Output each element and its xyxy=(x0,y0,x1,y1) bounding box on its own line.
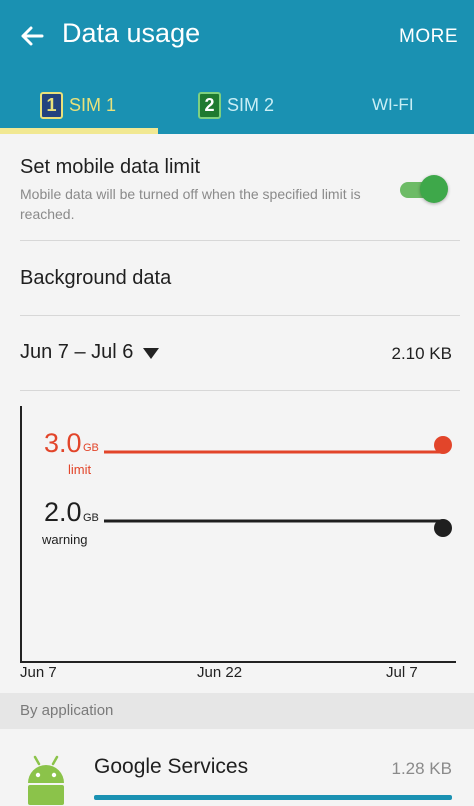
android-icon xyxy=(28,755,64,805)
warning-value: 2.0 xyxy=(44,497,82,527)
arrow-left-icon[interactable] xyxy=(16,20,48,52)
limit-value: 3.0 xyxy=(44,428,82,458)
page-title: Data usage xyxy=(62,18,201,48)
divider xyxy=(20,315,460,316)
usage-cycle-dropdown[interactable]: Jun 7 – Jul 6 xyxy=(20,341,160,364)
mobile-data-limit-description: Mobile data will be turned off when the … xyxy=(20,186,361,222)
warning-label: warning xyxy=(42,532,88,547)
tab-wifi[interactable]: WI-FI xyxy=(372,88,414,122)
limit-label: limit xyxy=(68,462,92,477)
limit-handle[interactable] xyxy=(434,436,452,454)
limit-unit: GB xyxy=(83,442,99,454)
app-usage-bar xyxy=(94,795,452,800)
tab-sim-2[interactable]: 2 SIM 2 xyxy=(198,88,274,122)
mobile-data-limit-title: Set mobile data limit xyxy=(20,156,201,178)
more-button[interactable]: MORE xyxy=(399,26,458,48)
sim-2-badge: 2 xyxy=(198,91,221,119)
usage-cycle-label: Jun 7 – Jul 6 xyxy=(20,341,134,363)
warning-unit: GB xyxy=(83,512,99,524)
toggle-thumb xyxy=(420,175,448,203)
app-usage: 1.28 KB xyxy=(391,759,453,778)
mobile-data-limit-toggle[interactable] xyxy=(398,174,450,204)
dropdown-caret-icon xyxy=(143,348,160,359)
background-data-title: Background data xyxy=(20,267,172,289)
sim-1-badge: 1 xyxy=(40,91,63,119)
x-tick-label: Jun 22 xyxy=(197,664,243,681)
by-application-header: By application xyxy=(0,693,474,729)
tab-sim-2-label: SIM 2 xyxy=(227,94,275,115)
tab-sim-1[interactable]: 1 SIM 1 xyxy=(40,88,116,122)
app-list-item[interactable]: Google Services 1.28 KB xyxy=(0,729,474,806)
warning-handle[interactable] xyxy=(434,519,452,537)
app-name: Google Services xyxy=(94,755,249,778)
x-tick-label: Jun 7 xyxy=(20,664,57,681)
x-tick-label: Jul 7 xyxy=(386,664,418,681)
tab-sim-1-label: SIM 1 xyxy=(69,94,117,115)
background-data-row[interactable]: Background data xyxy=(0,241,474,315)
tab-wifi-label: WI-FI xyxy=(372,95,414,114)
app-bar: Data usage MORE 1 SIM 1 2 SIM 2 WI-FI xyxy=(0,0,474,134)
usage-total: 2.10 KB xyxy=(391,344,453,363)
by-application-title: By application xyxy=(20,702,114,719)
divider xyxy=(20,390,460,391)
